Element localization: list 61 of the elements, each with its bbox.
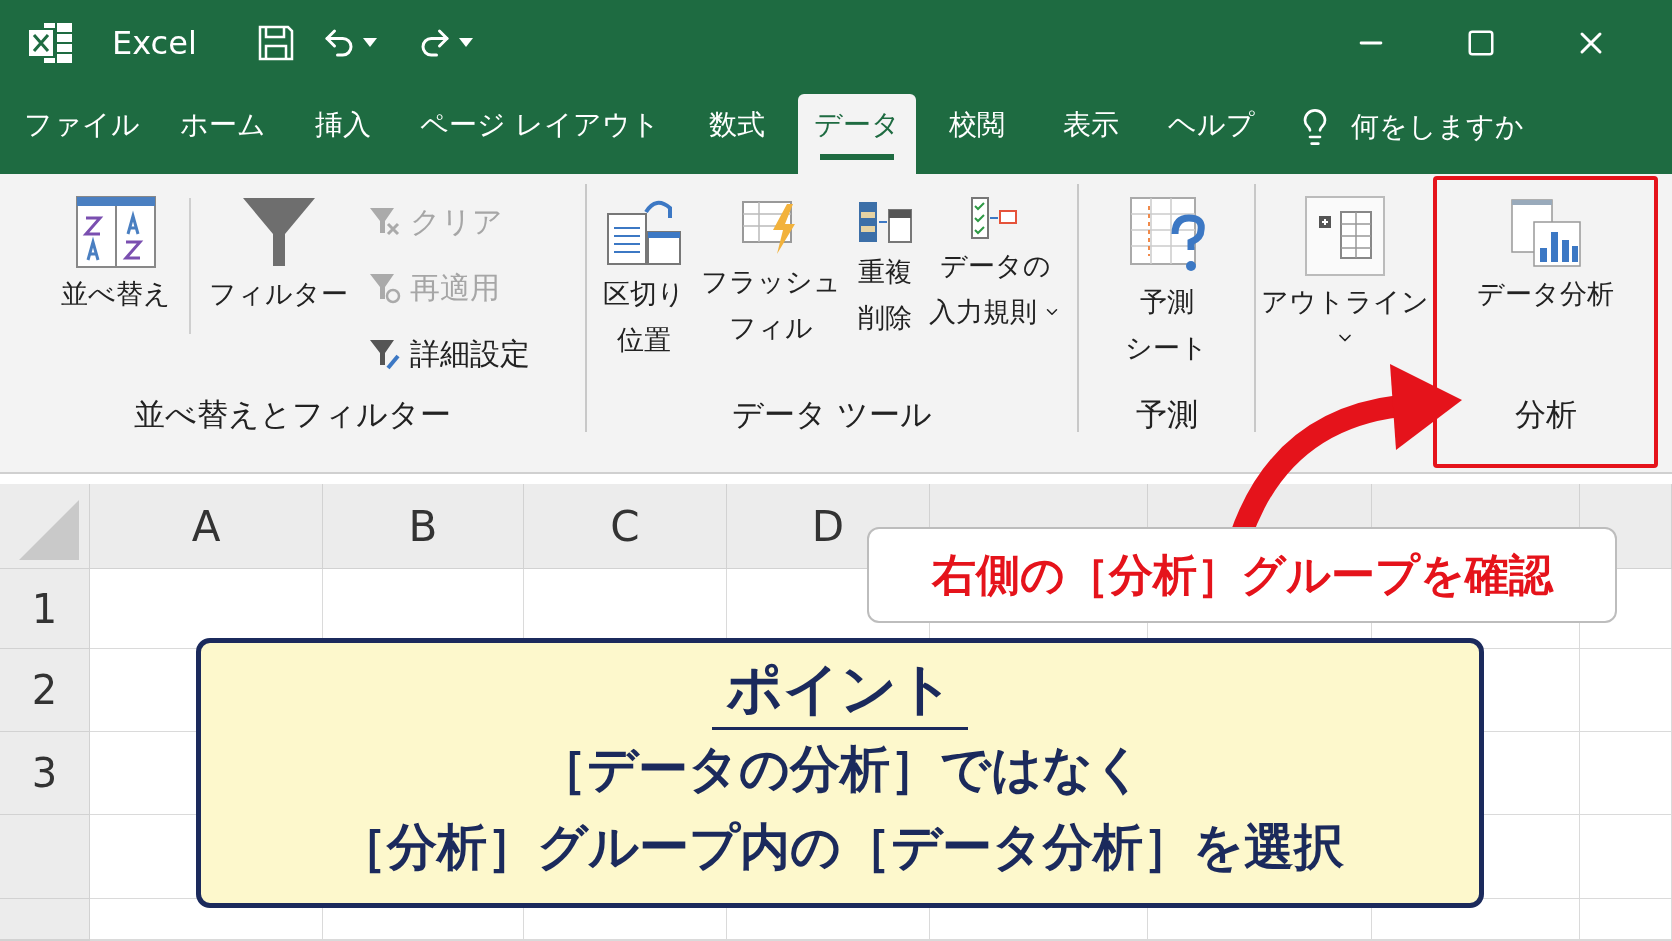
grid-cell[interactable] xyxy=(1580,899,1672,940)
funnel-icon xyxy=(240,196,317,268)
row-header[interactable] xyxy=(0,899,90,940)
funnel-icon xyxy=(368,206,402,238)
ribbon-tab[interactable]: ヘルプ xyxy=(1151,94,1271,174)
group-label: 分析 xyxy=(1513,395,1578,434)
save-icon[interactable] xyxy=(256,24,295,62)
row-header[interactable]: 3 xyxy=(0,732,90,815)
ribbon-tab[interactable]: データ xyxy=(797,94,916,174)
column-header[interactable]: A xyxy=(90,484,323,569)
grid-cell[interactable] xyxy=(323,940,524,941)
group-label: 予測 xyxy=(1134,395,1199,434)
sort-icon xyxy=(76,196,156,268)
outline-icon xyxy=(1304,196,1385,276)
data-validation-icon xyxy=(970,196,1020,240)
grid-cell[interactable] xyxy=(524,940,727,941)
ribbon-tab[interactable]: 数式 xyxy=(683,94,790,174)
column-header[interactable]: C xyxy=(524,484,727,569)
ribbon-button[interactable]: 重複 削除 xyxy=(851,188,919,394)
ribbon-tab[interactable]: 校閲 xyxy=(923,94,1030,174)
group-label: 並べ替えとフィルター xyxy=(133,395,452,434)
ribbon-tab[interactable]: 挿入 xyxy=(290,94,396,174)
ribbon-button[interactable]: フラッシュ フィル xyxy=(695,188,847,394)
app-name: Excel xyxy=(112,24,197,62)
ribbon-button[interactable]: フィルター xyxy=(203,188,354,394)
grid-cell[interactable] xyxy=(727,940,930,941)
ribbon-tab[interactable]: ファイル xyxy=(8,94,156,174)
callout-tooltip: 右側の［分析］グループを確認 xyxy=(867,527,1617,623)
funnel-icon xyxy=(368,272,402,304)
row-header[interactable]: 1 xyxy=(0,569,90,649)
ribbon-tab[interactable]: ページ レイアウト xyxy=(404,94,676,174)
row-header[interactable]: 2 xyxy=(0,649,90,732)
group-label: データ ツール xyxy=(731,395,933,434)
select-all-icon[interactable] xyxy=(19,500,79,560)
grid-cell[interactable] xyxy=(1148,940,1372,941)
ribbon-tab[interactable]: ホーム xyxy=(164,94,282,174)
grid-cell[interactable] xyxy=(1580,940,1672,941)
note-line: ［分析］グループ内の［データ分析］を選択 xyxy=(336,817,1344,878)
ribbon-button[interactable]: 予測 シート xyxy=(1119,188,1214,394)
ribbon-tab[interactable]: 表示 xyxy=(1037,94,1144,174)
maximize-icon[interactable] xyxy=(1466,28,1496,58)
note-line: ［データの分析］ではなく xyxy=(536,739,1144,800)
ribbon-button[interactable]: 区切り 位置 xyxy=(597,188,691,394)
grid-cell[interactable] xyxy=(1372,940,1580,941)
ribbon-button[interactable]: 並べ替え xyxy=(55,188,177,394)
grid-cell[interactable] xyxy=(1580,649,1672,732)
grid-cell[interactable] xyxy=(90,940,323,941)
ribbon-button[interactable]: データの 入力規則 xyxy=(923,188,1067,394)
data-analysis-icon xyxy=(1509,196,1582,268)
row-header[interactable] xyxy=(0,815,90,899)
grid-cell[interactable] xyxy=(930,940,1148,941)
tell-me-label[interactable]: 何をしますか xyxy=(1350,108,1524,146)
grid-cell[interactable] xyxy=(1580,815,1672,899)
grid-cell[interactable] xyxy=(1580,732,1672,815)
funnel-icon xyxy=(368,338,402,370)
caret-icon[interactable] xyxy=(458,38,473,48)
column-header[interactable]: B xyxy=(323,484,524,569)
note-title: ポイント xyxy=(712,655,968,730)
ribbon-button[interactable]: データ分析 xyxy=(1471,188,1620,394)
caret-icon[interactable] xyxy=(362,38,377,48)
ribbon-button[interactable]: 詳細設定 xyxy=(368,330,530,378)
